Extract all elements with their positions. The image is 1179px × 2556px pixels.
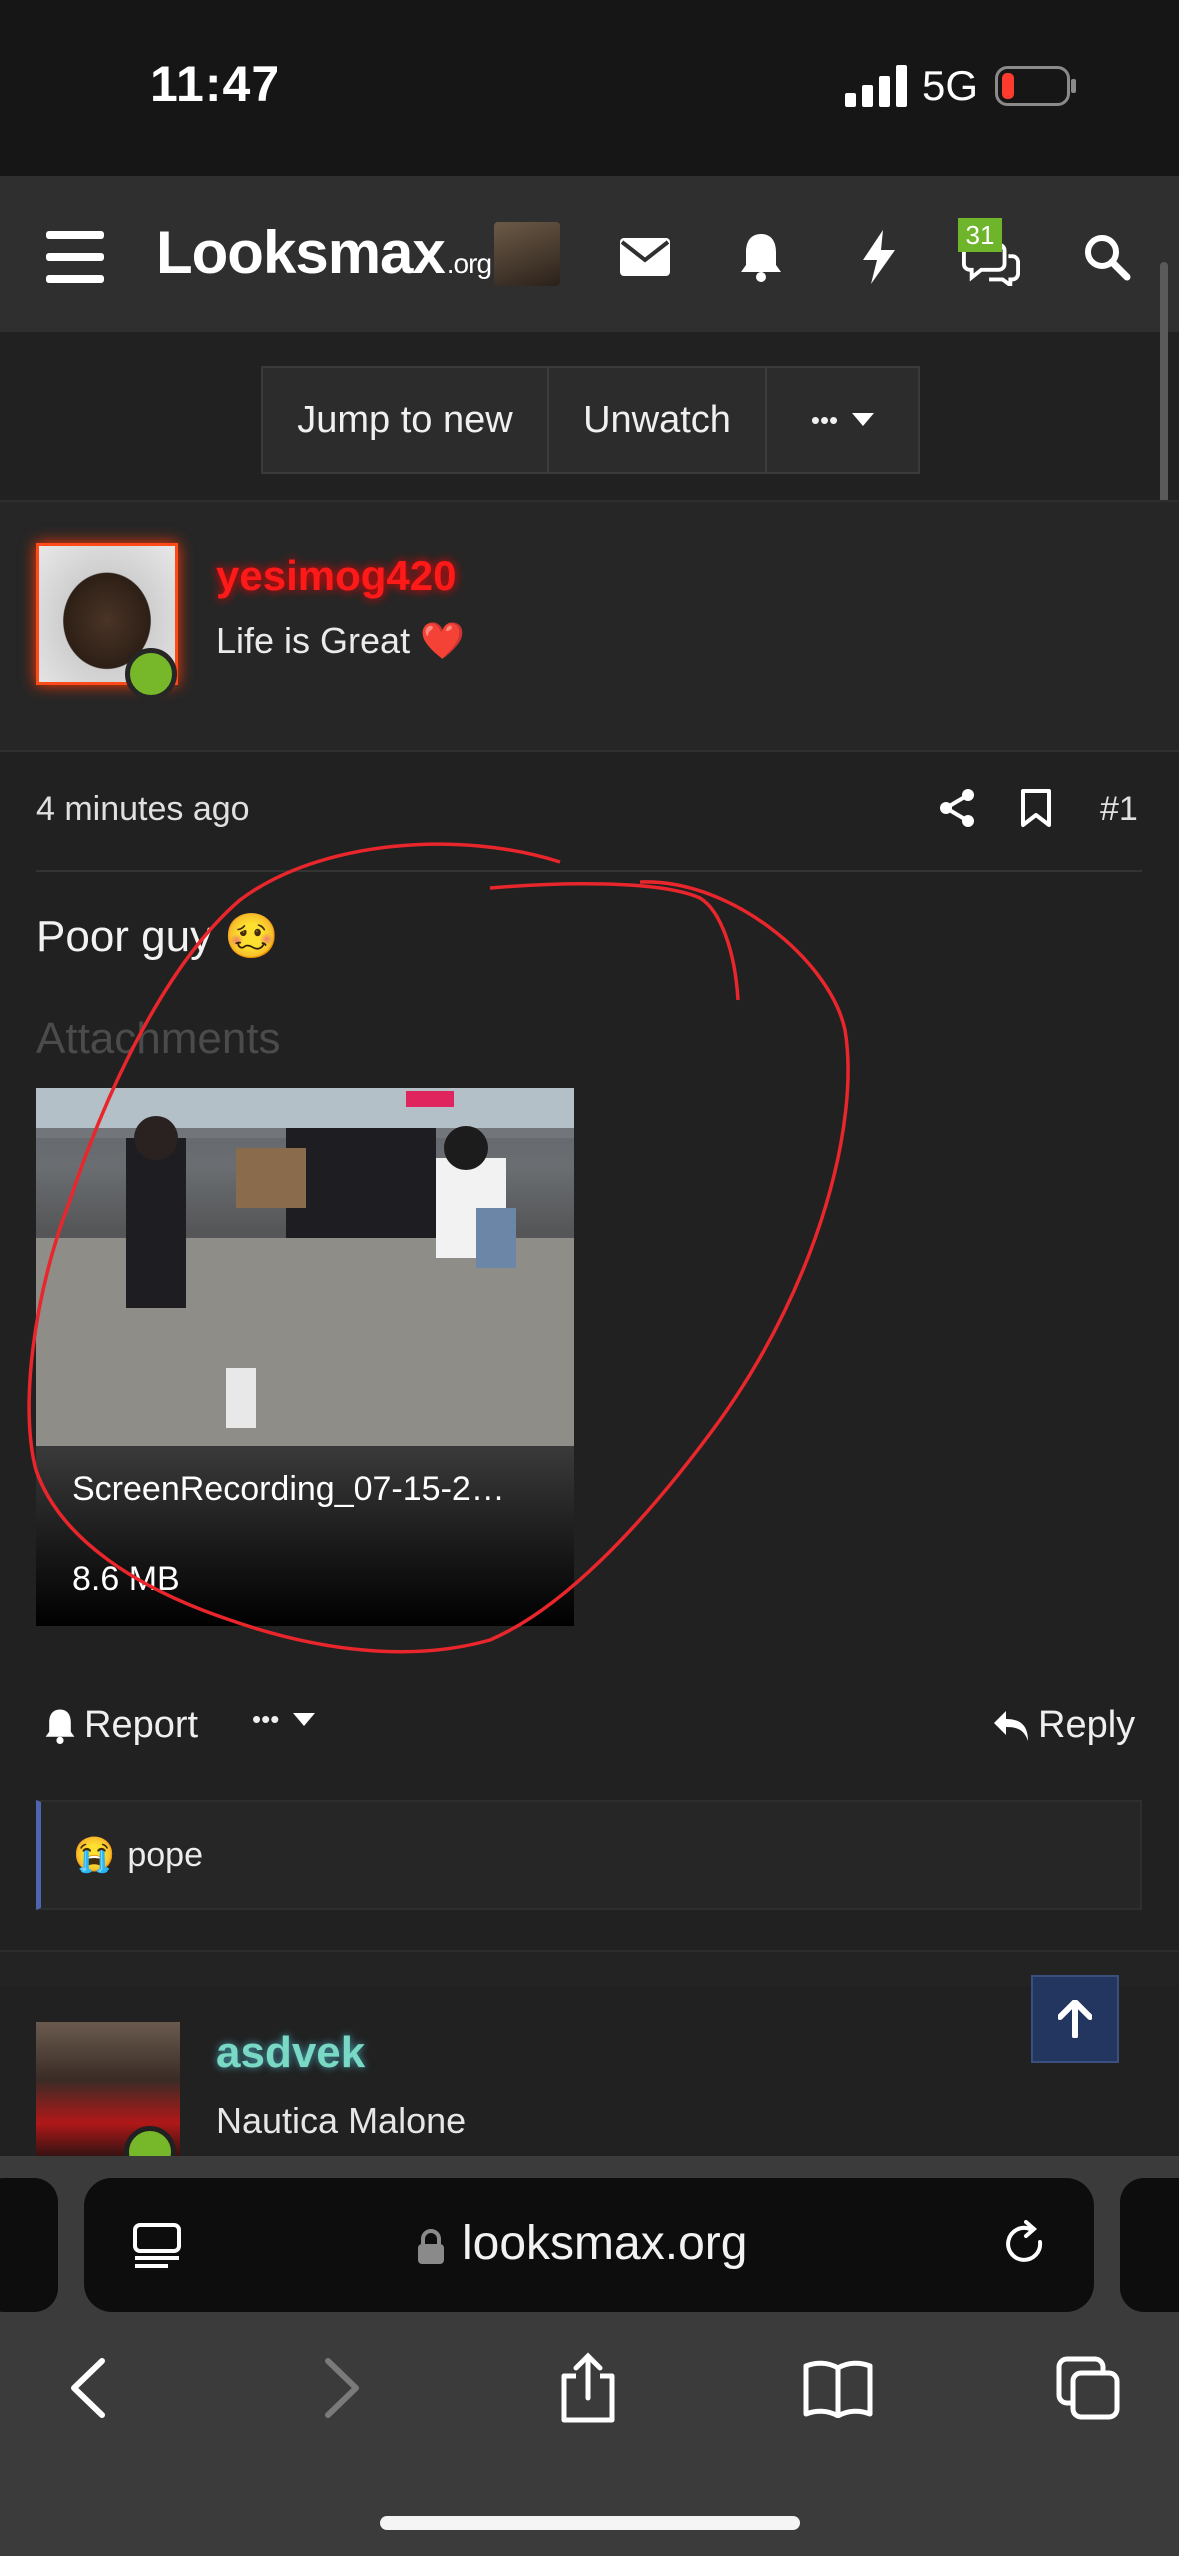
share-icon[interactable] (548, 2348, 628, 2428)
search-icon[interactable] (1078, 228, 1136, 286)
post-timestamp[interactable]: 4 minutes ago (36, 790, 250, 829)
user-title: Nautica Malone (216, 2100, 467, 2141)
video-attachment[interactable] (36, 1088, 574, 1626)
bolt-icon[interactable] (850, 228, 908, 286)
logo-text: Looksmax (156, 219, 446, 286)
report-label: Report (84, 1704, 199, 1746)
post-divider (0, 1950, 1179, 1986)
reply-label: Reply (1038, 1704, 1136, 1746)
post-number[interactable]: #1 (1100, 790, 1138, 829)
share-icon[interactable] (938, 788, 976, 833)
bookmark-icon[interactable] (1020, 788, 1052, 833)
previous-tab-card[interactable] (0, 2178, 58, 2312)
attachment-thumbnail (36, 1088, 574, 1446)
bell-icon[interactable] (732, 228, 790, 286)
divider (36, 870, 1142, 872)
attachment-size: 8.6 MB (72, 1560, 180, 1598)
back-icon[interactable] (48, 2348, 128, 2428)
post-username[interactable]: yesimog420 (216, 552, 456, 600)
attachment-filename[interactable]: ScreenRecording_07-15-2… (72, 1470, 505, 1509)
scroll-to-top-button[interactable] (1031, 1975, 1119, 2063)
report-button[interactable]: Report (44, 1704, 198, 1747)
mail-icon[interactable] (616, 228, 674, 286)
site-logo[interactable]: Looksmax.org (156, 218, 492, 287)
url-text[interactable]: looksmax.org (462, 2216, 747, 2271)
lock-icon (416, 2228, 446, 2271)
reply-icon (994, 1710, 1028, 1741)
reaction-user[interactable]: pope (127, 1836, 203, 1875)
reply-button[interactable]: Reply (992, 1704, 1135, 1747)
next-tab-card[interactable] (1120, 2178, 1179, 2312)
reader-icon[interactable] (132, 2222, 182, 2273)
network-label: 5G (922, 62, 979, 109)
tabs-icon[interactable] (1048, 2348, 1128, 2428)
post-more-menu[interactable]: ••• (252, 1704, 316, 1735)
menu-icon[interactable] (46, 228, 104, 286)
reload-icon[interactable] (1000, 2220, 1050, 2275)
online-indicator (125, 648, 177, 700)
home-indicator[interactable] (380, 2516, 800, 2530)
logo-suffix: .org (446, 248, 492, 279)
jump-to-new-button[interactable]: Jump to new (263, 368, 549, 472)
caret-down-icon (852, 413, 875, 426)
battery-icon (995, 66, 1076, 106)
attachments-heading: Attachments (36, 1014, 281, 1063)
thread-controls: Jump to new Unwatch ••• (261, 366, 920, 474)
arrow-up-icon (1058, 2000, 1092, 2038)
account-avatar[interactable] (494, 222, 560, 286)
unwatch-button[interactable]: Unwatch (549, 368, 767, 472)
bookmarks-icon[interactable] (798, 2348, 878, 2428)
reaction-emoji: 😭 (73, 1836, 116, 1874)
bell-icon (45, 1708, 75, 1744)
more-dots: ••• (252, 1704, 280, 1734)
post-username[interactable]: asdvek (216, 2028, 365, 2078)
notification-badge: 31 (958, 218, 1002, 252)
caret-down-icon (293, 1712, 316, 1726)
post-body: Poor guy 🥴 (36, 912, 280, 961)
forward-icon[interactable] (302, 2348, 382, 2428)
clock: 11:47 (150, 56, 281, 112)
reactions-bar[interactable]: 😭 pope (36, 1800, 1142, 1910)
user-title: Life is Great ❤️ (216, 620, 465, 661)
thread-more-menu[interactable]: ••• (767, 368, 918, 472)
signal-icon (845, 65, 907, 107)
more-dots: ••• (810, 404, 839, 435)
